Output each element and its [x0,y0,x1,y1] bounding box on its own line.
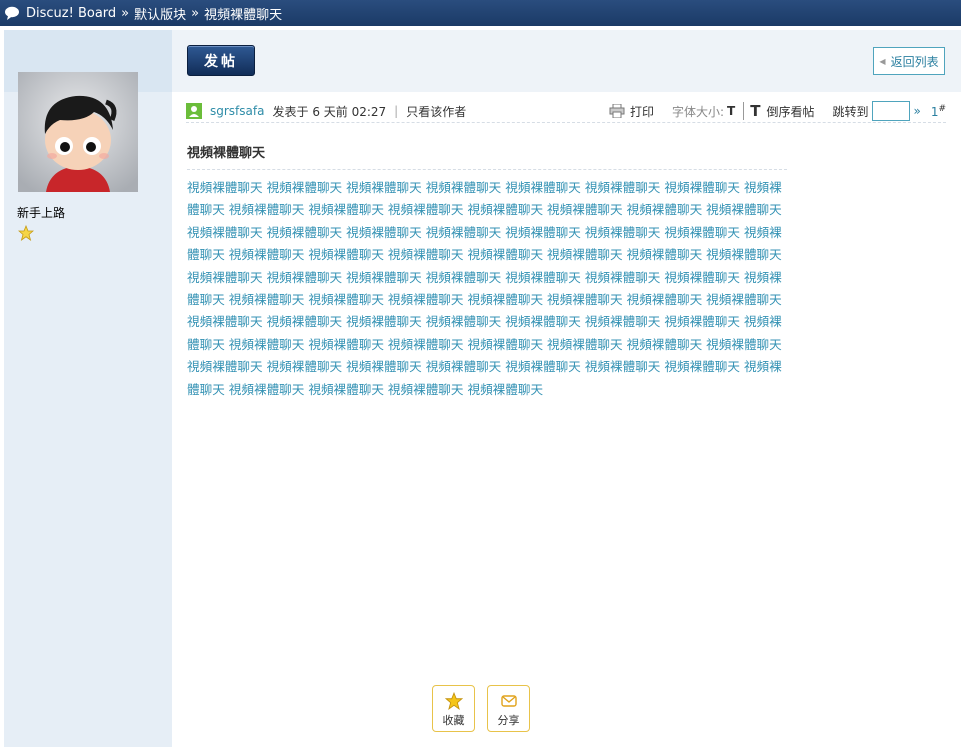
jump-to-label: 跳转到 [832,104,869,119]
back-to-list-label: 返回列表 [890,54,939,69]
print-icon [609,104,625,118]
font-size-label: 字体大小: [671,104,725,119]
tools-divider [743,102,745,120]
envelope-icon [500,695,517,707]
jump-go-button[interactable]: » [913,104,920,118]
jump-to-input[interactable] [872,101,911,121]
reverse-order-link[interactable]: 倒序看帖 [766,103,814,120]
only-author-link[interactable]: 只看该作者 [406,103,466,120]
favorite-button[interactable]: 收藏 [432,685,475,732]
author-link[interactable]: sgrsfsafa [210,104,264,118]
font-size-toggle[interactable]: T [727,104,735,118]
post-tools: 打印 字体大小: T T 倒序看帖 跳转到 » 1# [609,100,946,122]
floor-suffix: # [938,103,946,114]
post-meta-bar: sgrsfsafa 发表于 6 天前 02:27 | 只看该作者 打印 字体大小… [186,100,946,123]
breadcrumb-thread: 視頻裸體聊天 [204,7,283,23]
breadcrumb-separator: » [191,5,200,21]
share-label: 分享 [497,714,520,727]
back-to-list-button[interactable]: ◀ 返回列表 [873,47,945,75]
avatar-image [18,72,138,192]
star-icon [18,225,34,241]
breadcrumb-separator: » [121,5,130,21]
avatar[interactable] [18,72,138,192]
author-rank: 新手上路 [17,206,66,220]
star-icon [444,692,463,710]
meta-divider: | [394,104,399,118]
print-link[interactable]: 打印 [630,103,654,120]
post-body[interactable]: 視頻裸體聊天 視頻裸體聊天 視頻裸體聊天 視頻裸體聊天 視頻裸體聊天 視頻裸體聊… [187,177,785,401]
favorite-label: 收藏 [442,714,465,727]
caret-left-icon: ◀ [879,56,886,66]
online-user-icon [186,103,202,119]
floor-number[interactable]: 1# [931,104,946,119]
breadcrumb-forum[interactable]: 默认版块 [134,4,186,23]
breadcrumb-site[interactable]: Discuz! Board [26,6,116,21]
thread-header [172,30,961,92]
font-size-large-toggle[interactable]: T [750,102,760,120]
breadcrumb: Discuz! Board » 默认版块 » 視頻裸體聊天 [0,0,961,26]
posted-time: 6 天前 02:27 [312,104,387,119]
posted-prefix: 发表于 [272,104,309,119]
chat-bubble-icon [5,6,19,20]
post-title: 視頻裸體聊天 [187,142,787,170]
new-post-button[interactable]: 发帖 [187,45,255,76]
share-button[interactable]: 分享 [487,685,530,732]
